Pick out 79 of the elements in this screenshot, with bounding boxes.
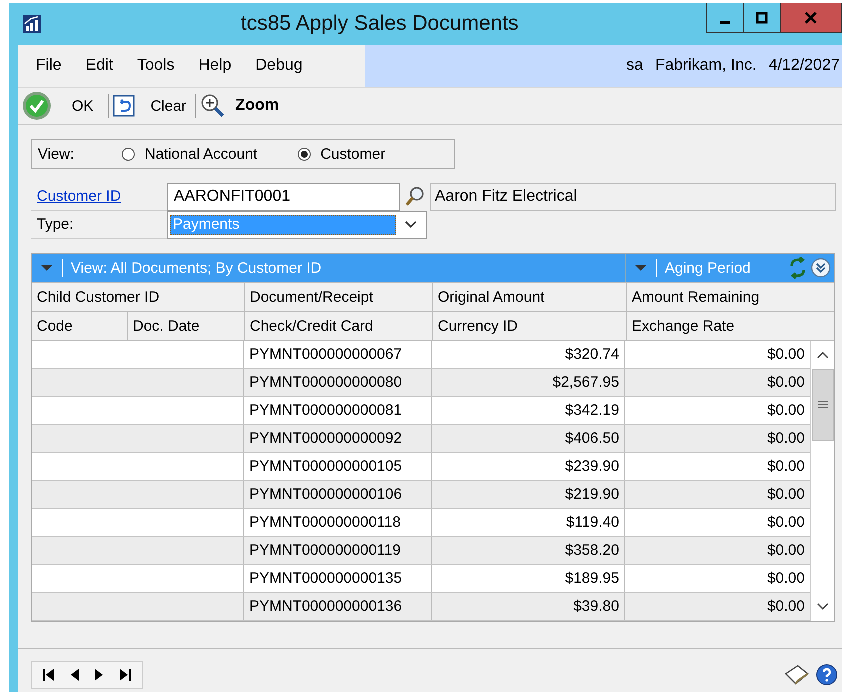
scrollbar[interactable] [810,341,834,621]
minimize-button[interactable] [706,3,744,33]
table-cell: $239.90 [432,453,626,480]
table-cell: PYMNT000000000136 [244,593,432,620]
ok-button[interactable]: OK [20,91,108,121]
menu-item[interactable]: File [24,57,74,75]
scroll-up-icon[interactable] [816,351,828,359]
grip-icon [818,401,828,409]
table-cell-text: $0.00 [766,485,806,505]
menu-item[interactable]: Help [186,57,244,75]
column-header: Child Customer ID [32,283,245,311]
minimize-icon [720,20,730,24]
customer-name-field: Aaron Fitz Electrical [430,183,836,211]
column-header: Document/Receipt [245,283,433,311]
table-cell: PYMNT000000000067 [244,341,432,368]
table-cell-text: $0.00 [766,597,806,617]
next-record-icon[interactable] [94,668,104,682]
chart-icon [23,15,41,33]
table-cell: $358.20 [432,537,626,564]
date-text: 4/12/2027 [768,57,840,75]
caret-icon [634,264,648,272]
table-cell: $119.40 [432,509,626,536]
table-cell: $320.74 [432,341,626,368]
clear-button[interactable]: Clear [108,95,195,117]
chevron-down-icon [404,220,418,230]
company-name: Fabrikam, Inc. [655,57,757,75]
table-cell-text: $0.00 [766,345,806,365]
column-header: Amount Remaining [631,288,761,308]
column-header: Code [32,312,128,340]
maximize-icon [756,12,768,24]
view-label: View: [38,146,76,162]
table-cell: $2,567.95 [432,369,626,396]
close-button[interactable] [780,3,842,33]
column-header: Doc. Date [128,312,245,340]
expand-icon[interactable] [811,258,831,278]
search-icon[interactable] [404,186,426,208]
menu-item[interactable]: Edit [74,57,126,75]
table-cell: PYMNT000000000135 [244,565,432,592]
table-cell: PYMNT000000000119 [244,537,432,564]
close-icon [805,12,817,24]
view-radio[interactable]: National Account [122,146,258,162]
view-radio[interactable]: Customer [298,146,386,162]
customer-id-field[interactable]: AARONFIT0001 [167,183,400,211]
checkmark-icon [22,91,52,121]
table-cell: $342.19 [432,397,626,424]
table-cell-text: $0.00 [766,457,806,477]
zoom-in-icon [200,93,226,119]
table-cell-text: $0.00 [766,429,806,449]
last-record-icon[interactable] [118,668,132,682]
table-cell: $219.90 [432,481,626,508]
table-cell: $39.80 [432,593,626,620]
first-record-icon[interactable] [42,668,56,682]
caret-icon [40,264,54,272]
table-cell: $406.50 [432,425,626,452]
menu-item[interactable]: Debug [244,57,315,75]
table-cell: PYMNT000000000106 [244,481,432,508]
table-cell: PYMNT000000000081 [244,397,432,424]
table-cell: PYMNT000000000092 [244,425,432,452]
user-name: sa [626,57,644,75]
column-header: Check/Credit Card [245,312,433,340]
help-icon[interactable] [816,664,838,686]
table-cell: PYMNT000000000080 [244,369,432,396]
table-cell-text: $0.00 [766,541,806,561]
table-cell: PYMNT000000000105 [244,453,432,480]
table-cell: $189.95 [432,565,626,592]
zoom-button[interactable]: Zoom [196,93,288,119]
column-header: Original Amount [433,283,627,311]
scroll-down-icon[interactable] [816,603,828,611]
note-icon[interactable] [784,664,810,686]
table-cell: PYMNT000000000118 [244,509,432,536]
column-header: Exchange Rate [631,316,736,336]
previous-record-icon[interactable] [70,668,80,682]
menu-item[interactable]: Tools [125,57,187,75]
column-header: Currency ID [433,312,627,340]
table-cell-text: $0.00 [766,513,806,533]
table-cell-text: $0.00 [766,373,806,393]
window-title: tcs85 Apply Sales Documents [241,12,519,36]
table-cell-text: $0.00 [766,401,806,421]
table-cell-text: $0.00 [766,569,806,589]
